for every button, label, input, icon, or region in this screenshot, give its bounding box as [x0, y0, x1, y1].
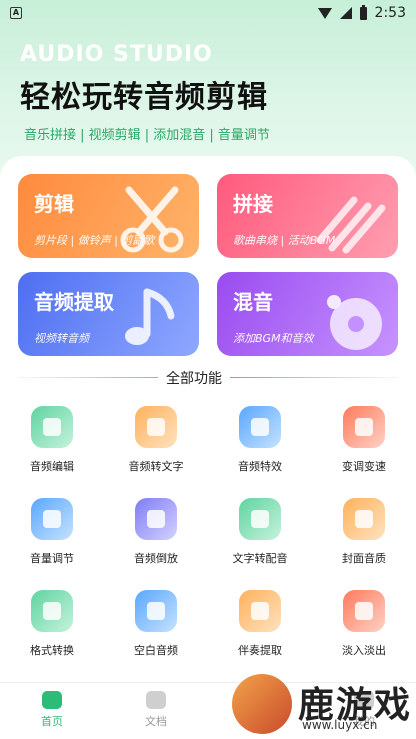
tool-label: 格式转换 — [30, 644, 74, 657]
reverse-icon — [135, 498, 177, 540]
tool-label: 文字转配音 — [232, 552, 288, 565]
watermark: 鹿游戏 www.luyx.cn — [232, 672, 416, 739]
stripes-icon — [316, 196, 386, 254]
new-file-icon — [135, 590, 177, 632]
tool-audio-effects[interactable]: 音频特效 — [208, 406, 312, 486]
tool-label: 音频转文字 — [128, 460, 184, 473]
subtitle: 音乐拼接 | 视频剪辑 | 添加混音 | 音量调节 — [24, 128, 270, 143]
card-title: 剪辑 — [34, 192, 74, 216]
home-icon — [42, 691, 62, 709]
document-icon — [146, 691, 166, 709]
tool-fade[interactable]: 淡入淡出 — [312, 590, 416, 670]
card-extract[interactable]: 音频提取 视频转音频 — [18, 272, 199, 356]
tool-blank-audio[interactable]: 空白音频 — [104, 590, 208, 670]
tool-audio-edit[interactable]: 音频编辑 — [0, 406, 104, 486]
notification-a-icon: A — [10, 7, 22, 19]
watermark-url: www.luyx.cn — [302, 718, 378, 732]
extract-icon — [239, 590, 281, 632]
tool-text-to-speech[interactable]: 文字转配音 — [208, 498, 312, 578]
speedometer-icon — [343, 406, 385, 448]
tool-label: 音量调节 — [30, 552, 74, 565]
tool-label: 空白音频 — [134, 644, 178, 657]
nav-documents[interactable]: 文档 — [126, 691, 186, 729]
record-disc-icon — [327, 295, 382, 350]
speaker-icon — [31, 498, 73, 540]
headline: 轻松玩转音频剪辑 — [20, 80, 268, 115]
tool-accompaniment-extract[interactable]: 伴奏提取 — [208, 590, 312, 670]
section-title: 全部功能 — [158, 368, 230, 388]
tool-cover-quality[interactable]: 封面音质 — [312, 498, 416, 578]
music-note-icon — [125, 288, 175, 345]
tool-label: 音频编辑 — [30, 460, 74, 473]
main-panel: 剪辑 剪片段 | 做铃声 | 剪副歌 拼接 歌曲串烧 | 活动BGM 音频提取 … — [0, 156, 416, 696]
convert-icon — [31, 590, 73, 632]
tool-reverse[interactable]: 音频倒放 — [104, 498, 208, 578]
battery-icon — [359, 4, 367, 20]
deer-logo-icon — [232, 674, 292, 734]
wifi-icon — [317, 7, 332, 19]
waveform-icon — [343, 590, 385, 632]
card-mix[interactable]: 混音 添加BGM和音效 — [217, 272, 398, 356]
signal-icon — [339, 7, 352, 19]
tool-format-convert[interactable]: 格式转换 — [0, 590, 104, 670]
card-title: 混音 — [233, 290, 273, 314]
tool-label: 音频倒放 — [134, 552, 178, 565]
tool-label: 淡入淡出 — [342, 644, 386, 657]
status-time: 2:53 — [374, 5, 406, 21]
tool-label: 音频特效 — [238, 460, 282, 473]
status-bar: A 2:53 — [0, 0, 416, 26]
card-desc: 视频转音频 — [34, 332, 89, 345]
tool-label: 变调变速 — [342, 460, 386, 473]
nav-label: 首页 — [41, 715, 63, 728]
tool-volume[interactable]: 音量调节 — [0, 498, 104, 578]
play-square-icon — [31, 406, 73, 448]
tool-label: 伴奏提取 — [238, 644, 282, 657]
document-icon — [135, 406, 177, 448]
magic-wand-icon — [239, 406, 281, 448]
tool-pitch-speed[interactable]: 变调变速 — [312, 406, 416, 486]
tool-audio-to-text[interactable]: 音频转文字 — [104, 406, 208, 486]
voice-bubble-icon — [239, 498, 281, 540]
nav-home[interactable]: 首页 — [22, 691, 82, 729]
tool-label: 封面音质 — [342, 552, 386, 565]
card-title: 拼接 — [233, 192, 273, 216]
scissors-icon — [120, 186, 184, 253]
card-cut[interactable]: 剪辑 剪片段 | 做铃声 | 剪副歌 — [18, 174, 199, 258]
card-title: 音频提取 — [34, 290, 114, 314]
card-desc: 添加BGM和音效 — [233, 332, 314, 345]
card-join[interactable]: 拼接 歌曲串烧 | 活动BGM — [217, 174, 398, 258]
disc-icon — [343, 498, 385, 540]
nav-label: 文档 — [145, 715, 167, 728]
brand-title: AUDIO STUDIO — [20, 42, 213, 67]
